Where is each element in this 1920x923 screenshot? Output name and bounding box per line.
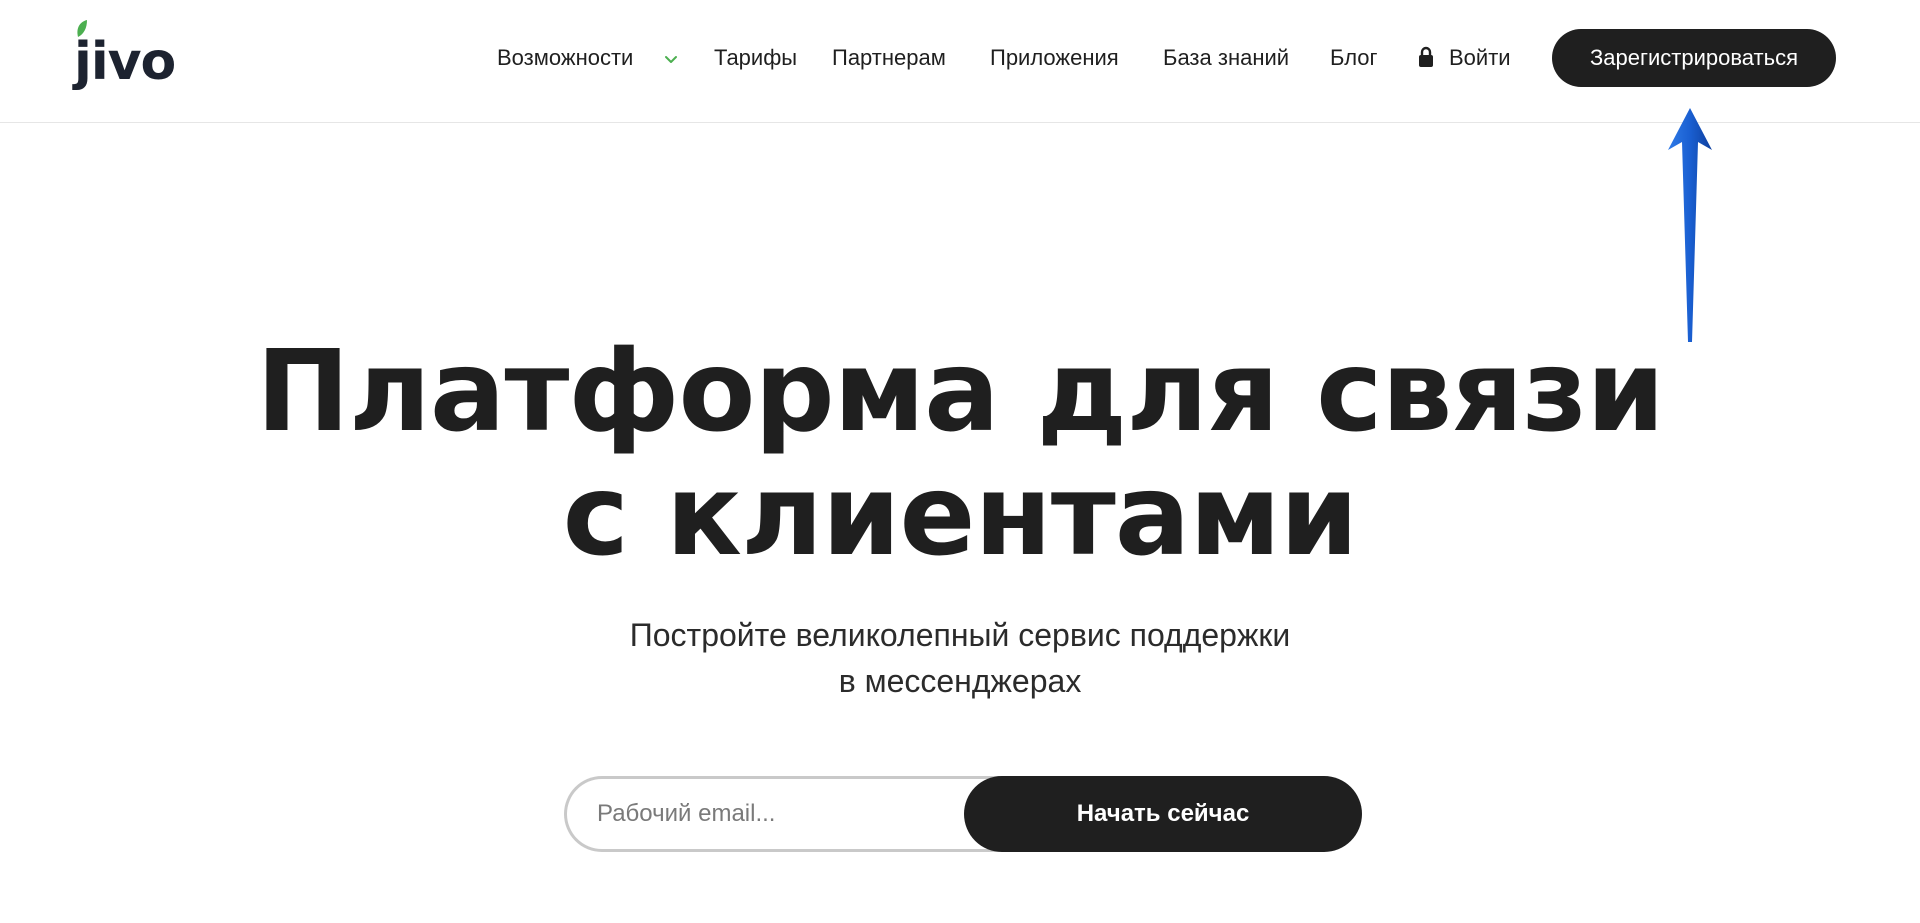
hero-title: Платформа для связи с клиентами — [0, 330, 1920, 578]
signup-button[interactable]: Зарегистрироваться — [1552, 29, 1836, 87]
page: jivo Возможности Тарифы Партнерам Прилож… — [0, 0, 1920, 923]
nav-item-blog[interactable]: Блог — [1330, 36, 1378, 80]
nav-item-partners[interactable]: Партнерам — [832, 36, 946, 80]
nav-item-features[interactable]: Возможности — [497, 36, 633, 80]
email-input[interactable] — [564, 776, 1004, 852]
chevron-down-icon[interactable] — [662, 50, 680, 68]
hero-title-line-2: с клиентами — [562, 451, 1359, 581]
hero-subtitle: Постройте великолепный сервис поддержки … — [0, 612, 1920, 704]
hero-subtitle-line-1: Постройте великолепный сервис поддержки — [629, 617, 1291, 653]
annotation-arrow-icon — [1668, 108, 1712, 342]
site-header: jivo Возможности Тарифы Партнерам Прилож… — [0, 0, 1920, 123]
nav-item-login[interactable]: Войти — [1449, 36, 1511, 80]
hero-subtitle-line-2: в мессенджерах — [838, 663, 1082, 699]
nav-item-knowledge-base[interactable]: База знаний — [1163, 36, 1289, 80]
lock-icon — [1419, 46, 1433, 67]
nav-item-apps[interactable]: Приложения — [990, 36, 1119, 80]
signup-form: Начать сейчас — [564, 776, 1362, 852]
nav-item-pricing[interactable]: Тарифы — [714, 36, 797, 80]
start-now-button[interactable]: Начать сейчас — [964, 776, 1362, 852]
hero-title-line-1: Платформа для связи — [256, 327, 1665, 457]
